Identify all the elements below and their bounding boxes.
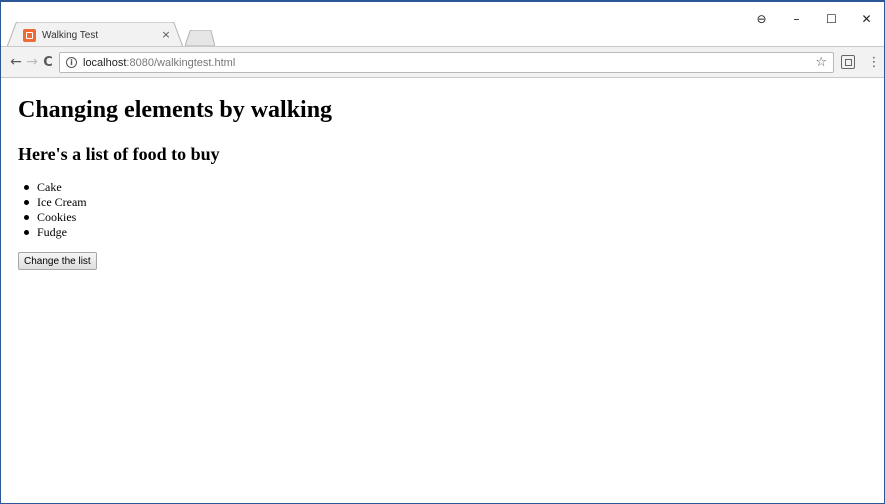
window-controls: ⊖ – ☐ ✕ [744,8,884,30]
tab-title: Walking Test [42,29,99,41]
tab-close-icon[interactable]: × [159,25,173,43]
new-tab-button[interactable] [185,30,215,46]
page-heading: Changing elements by walking [18,97,333,123]
reload-icon[interactable]: C [39,53,57,71]
maximize-button[interactable]: ☐ [814,8,849,30]
url-path: :8080/walkingtest.html [126,56,236,69]
star-icon[interactable]: ☆ [815,55,827,70]
list-item: Cake [24,180,87,195]
tab-content: Walking Test [23,25,98,45]
page-subheading: Here's a list of food to buy [18,144,220,164]
minimize-button[interactable]: – [779,8,814,30]
close-button[interactable]: ✕ [849,8,884,30]
favicon-icon [23,28,36,42]
browser-toolbar: ← → C i localhost:8080/walkingtest.html … [1,46,884,78]
food-list: Cake Ice Cream Cookies Fudge [24,180,87,240]
change-list-button[interactable]: Change the list [18,252,97,270]
browser-window: Walking Test × ⊖ – ☐ ✕ ← → C i localhost… [0,0,885,504]
extension-icon[interactable] [841,55,855,69]
menu-icon[interactable]: ⋮ [867,53,881,71]
list-item: Cookies [24,210,87,225]
url-host: localhost [83,56,127,69]
account-icon[interactable]: ⊖ [744,8,779,30]
page-content: Changing elements by walking Here's a li… [1,79,884,503]
info-icon[interactable]: i [66,57,77,68]
address-bar[interactable]: i localhost:8080/walkingtest.html ☆ [59,52,834,73]
list-item: Fudge [24,225,87,240]
tab-strip: Walking Test × ⊖ – ☐ ✕ [1,2,884,47]
list-item: Ice Cream [24,195,87,209]
